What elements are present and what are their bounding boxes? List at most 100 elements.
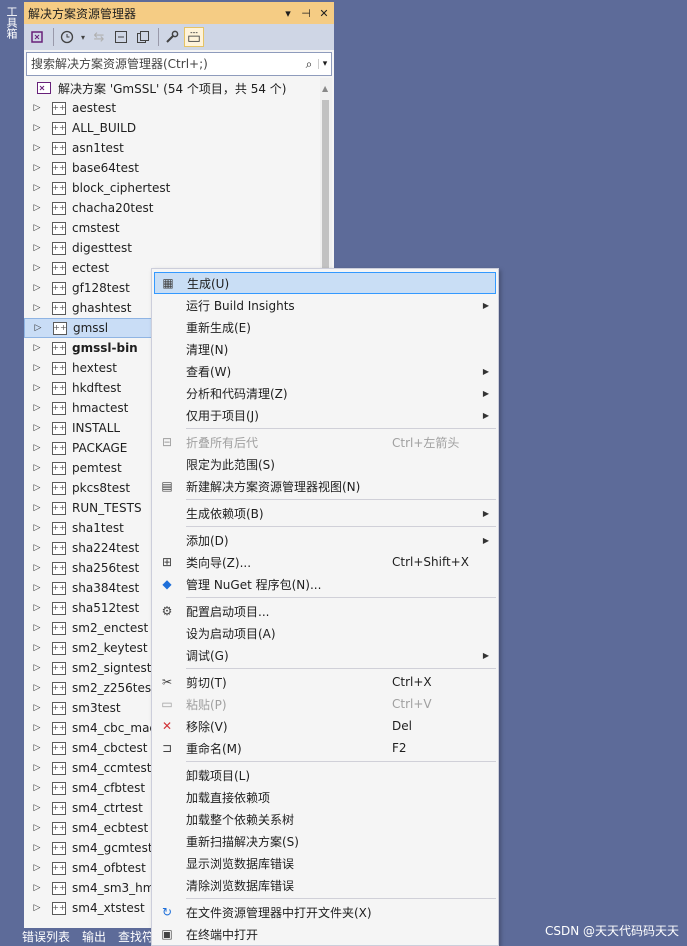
menu-item[interactable]: 调试(G) ▶ — [154, 644, 496, 666]
expand-arrow-icon[interactable]: ▷ — [30, 803, 44, 813]
scroll-thumb[interactable] — [322, 100, 329, 280]
switch-views-icon[interactable] — [28, 27, 48, 47]
expand-arrow-icon[interactable]: ▷ — [30, 523, 44, 533]
search-icon[interactable]: ⌕ — [300, 57, 318, 72]
expand-arrow-icon[interactable]: ▷ — [30, 723, 44, 733]
menu-item[interactable]: ⚙ 配置启动项目... — [154, 600, 496, 622]
search-input[interactable] — [27, 54, 300, 74]
collapse-all-icon[interactable] — [111, 27, 131, 47]
menu-item[interactable]: 添加(D) ▶ — [154, 529, 496, 551]
expand-arrow-icon[interactable]: ▷ — [30, 683, 44, 693]
toolbox-strip[interactable]: 工具箱 — [0, 0, 22, 946]
expand-arrow-icon[interactable]: ▷ — [30, 443, 44, 453]
menu-item[interactable]: ▦ 生成(U) — [154, 272, 496, 294]
menu-item[interactable]: ⊟ 折叠所有后代 Ctrl+左箭头 — [154, 431, 496, 453]
solution-root-node[interactable]: 解决方案 'GmSSL' (54 个项目，共 54 个) — [24, 78, 320, 98]
expand-arrow-icon[interactable]: ▷ — [30, 403, 44, 413]
expand-arrow-icon[interactable]: ▷ — [30, 243, 44, 253]
menu-item[interactable]: ▤ 新建解决方案资源管理器视图(N) — [154, 475, 496, 497]
expand-arrow-icon[interactable]: ▷ — [30, 343, 44, 353]
menu-item[interactable]: 查看(W) ▶ — [154, 360, 496, 382]
expand-arrow-icon[interactable]: ▷ — [30, 583, 44, 593]
expand-arrow-icon[interactable]: ▷ — [30, 843, 44, 853]
expand-arrow-icon[interactable]: ▷ — [30, 863, 44, 873]
preview-selected-icon[interactable] — [184, 27, 204, 47]
scroll-up-arrow-icon[interactable]: ▲ — [322, 84, 328, 93]
expand-arrow-icon[interactable]: ▷ — [30, 543, 44, 553]
tab-error-list[interactable]: 错误列表 — [22, 928, 70, 945]
show-all-files-icon[interactable] — [133, 27, 153, 47]
project-node[interactable]: ▷ ++ chacha20test — [24, 198, 320, 218]
project-node[interactable]: ▷ ++ asn1test — [24, 138, 320, 158]
history-icon[interactable] — [57, 27, 77, 47]
expand-arrow-icon[interactable]: ▷ — [30, 203, 44, 213]
menu-item[interactable]: 运行 Build Insights ▶ — [154, 294, 496, 316]
search-options-chevron-icon[interactable]: ▾ — [318, 59, 331, 69]
expand-arrow-icon[interactable]: ▷ — [30, 883, 44, 893]
expand-arrow-icon[interactable]: ▷ — [30, 303, 44, 313]
expand-arrow-icon[interactable]: ▷ — [30, 783, 44, 793]
expand-arrow-icon[interactable]: ▷ — [30, 463, 44, 473]
menu-item[interactable]: ▣ 在终端中打开 — [154, 923, 496, 945]
toolbox-label[interactable]: 工具箱 — [3, 6, 18, 39]
menu-item[interactable]: 分析和代码清理(Z) ▶ — [154, 382, 496, 404]
menu-item[interactable]: ⊐ 重命名(M) F2 — [154, 737, 496, 759]
menu-item[interactable]: 加载直接依赖项 — [154, 786, 496, 808]
menu-item[interactable]: 加载整个依赖关系树 — [154, 808, 496, 830]
pin-icon[interactable]: ⊣ — [298, 7, 314, 20]
menu-item[interactable]: 显示浏览数据库错误 — [154, 852, 496, 874]
expand-arrow-icon[interactable]: ▷ — [30, 483, 44, 493]
expand-arrow-icon[interactable]: ▷ — [30, 903, 44, 913]
expand-arrow-icon[interactable]: ▷ — [30, 223, 44, 233]
project-node[interactable]: ▷ ++ base64test — [24, 158, 320, 178]
expand-arrow-icon[interactable]: ▷ — [30, 503, 44, 513]
expand-arrow-icon[interactable]: ▷ — [30, 763, 44, 773]
menu-item[interactable]: 生成依赖项(B) ▶ — [154, 502, 496, 524]
menu-item[interactable]: 仅用于项目(J) ▶ — [154, 404, 496, 426]
tab-output[interactable]: 输出 — [82, 928, 106, 945]
menu-item[interactable]: 限定为此范围(S) — [154, 453, 496, 475]
menu-item[interactable]: ✕ 移除(V) Del — [154, 715, 496, 737]
expand-arrow-icon[interactable]: ▷ — [30, 363, 44, 373]
expand-arrow-icon[interactable]: ▷ — [30, 703, 44, 713]
dropdown-icon[interactable]: ▾ — [280, 7, 296, 20]
expand-arrow-icon[interactable]: ▷ — [30, 183, 44, 193]
menu-item[interactable]: ✂ 剪切(T) Ctrl+X — [154, 671, 496, 693]
expand-arrow-icon[interactable]: ▷ — [30, 603, 44, 613]
menu-item[interactable]: ◆ 管理 NuGet 程序包(N)... — [154, 573, 496, 595]
project-node[interactable]: ▷ ++ cmstest — [24, 218, 320, 238]
search-box[interactable]: ⌕ ▾ — [26, 52, 332, 76]
expand-arrow-icon[interactable]: ▷ — [30, 823, 44, 833]
menu-item[interactable]: 重新生成(E) — [154, 316, 496, 338]
expand-arrow-icon[interactable]: ▷ — [30, 103, 44, 113]
expand-arrow-icon[interactable]: ▷ — [30, 623, 44, 633]
expand-arrow-icon[interactable]: ▷ — [30, 663, 44, 673]
menu-item[interactable]: ↻ 在文件资源管理器中打开文件夹(X) — [154, 901, 496, 923]
expand-arrow-icon[interactable]: ▷ — [31, 323, 45, 333]
expand-arrow-icon[interactable]: ▷ — [30, 743, 44, 753]
menu-item[interactable]: 设为启动项目(A) — [154, 622, 496, 644]
menu-item[interactable]: 清理(N) — [154, 338, 496, 360]
menu-item[interactable]: 清除浏览数据库错误 — [154, 874, 496, 896]
sync-arrows-icon[interactable]: ⇆ — [89, 27, 109, 47]
project-node[interactable]: ▷ ++ block_ciphertest — [24, 178, 320, 198]
project-node[interactable]: ▷ ++ ALL_BUILD — [24, 118, 320, 138]
menu-item[interactable]: 卸载项目(L) — [154, 764, 496, 786]
expand-arrow-icon[interactable]: ▷ — [30, 163, 44, 173]
menu-item[interactable]: ⊞ 类向导(Z)... Ctrl+Shift+X — [154, 551, 496, 573]
expand-arrow-icon[interactable]: ▷ — [30, 383, 44, 393]
project-node[interactable]: ▷ ++ digesttest — [24, 238, 320, 258]
menu-item[interactable]: 重新扫描解决方案(S) — [154, 830, 496, 852]
expand-arrow-icon[interactable]: ▷ — [30, 283, 44, 293]
expand-arrow-icon[interactable]: ▷ — [30, 263, 44, 273]
history-dropdown-icon[interactable]: ▾ — [79, 27, 87, 47]
expand-arrow-icon[interactable]: ▷ — [30, 143, 44, 153]
expand-arrow-icon[interactable]: ▷ — [30, 563, 44, 573]
project-node[interactable]: ▷ ++ aestest — [24, 98, 320, 118]
expand-arrow-icon[interactable]: ▷ — [30, 423, 44, 433]
properties-wrench-icon[interactable] — [162, 27, 182, 47]
expand-arrow-icon[interactable]: ▷ — [30, 123, 44, 133]
expand-arrow-icon[interactable]: ▷ — [30, 643, 44, 653]
menu-item[interactable]: ▭ 粘贴(P) Ctrl+V — [154, 693, 496, 715]
close-icon[interactable]: ✕ — [316, 7, 332, 20]
